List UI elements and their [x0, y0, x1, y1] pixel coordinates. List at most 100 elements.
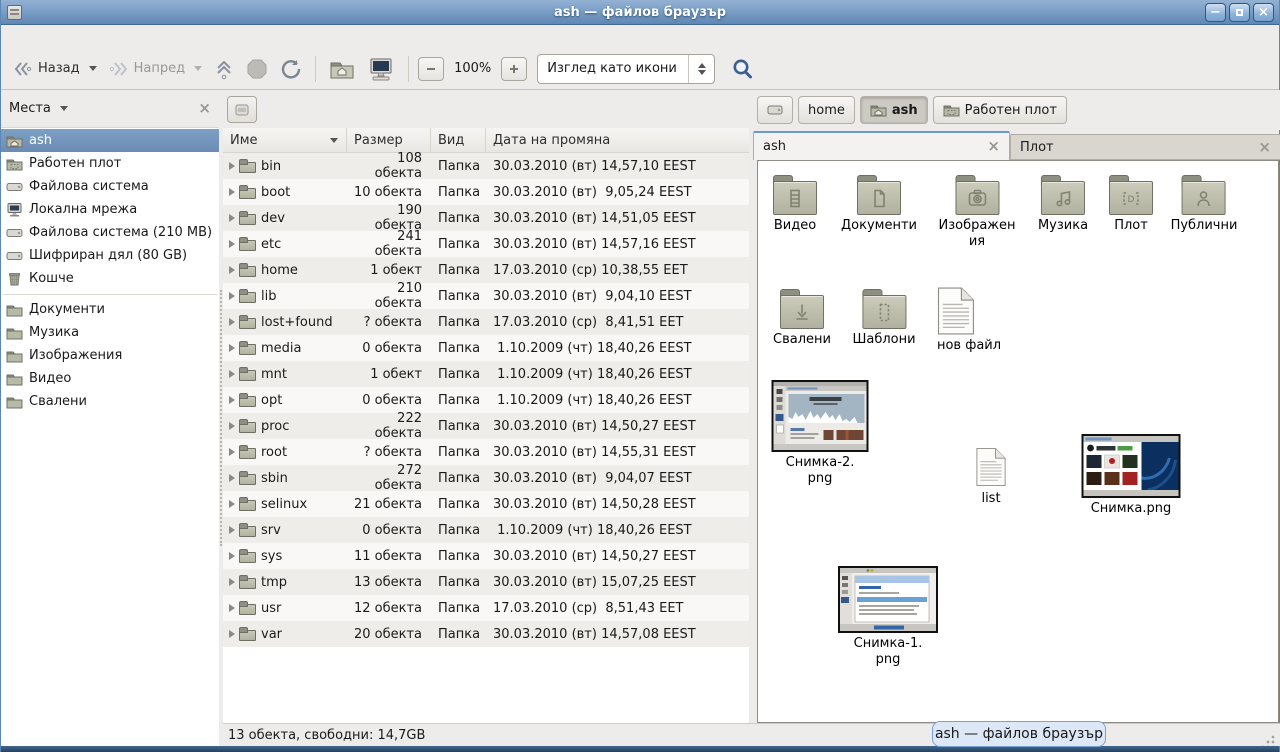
menu-item[interactable]	[75, 35, 93, 39]
menu-item[interactable]	[21, 35, 39, 39]
expander-icon[interactable]	[229, 292, 235, 300]
table-row[interactable]: selinux 21 обекта Папка 30.03.2010 (вт) …	[223, 491, 749, 517]
expander-icon[interactable]	[229, 318, 235, 326]
zoom-out-button[interactable]	[418, 57, 444, 81]
icon-view-item[interactable]: Видео	[772, 175, 818, 234]
sidebar-item[interactable]: Музика	[1, 321, 219, 344]
sidebar-pane-select[interactable]: Места	[9, 101, 68, 116]
table-row[interactable]: mnt 1 обект Папка 1.10.2009 (чт) 18,40,2…	[223, 361, 749, 387]
sidebar-item[interactable]: Изображения	[1, 344, 219, 367]
view-mode-select[interactable]: Изглед като икони	[537, 54, 715, 84]
expander-icon[interactable]	[229, 162, 235, 170]
icon-view-item[interactable]: Документи	[841, 175, 917, 234]
back-button[interactable]: Назад	[7, 53, 103, 85]
minimize-button[interactable]: −	[1205, 3, 1226, 22]
close-button[interactable]: ×	[1253, 3, 1274, 22]
column-header-name[interactable]: Име	[223, 128, 347, 152]
tab[interactable]: ash ×	[753, 131, 1010, 160]
table-row[interactable]: srv 0 обекта Папка 1.10.2009 (чт) 18,40,…	[223, 517, 749, 543]
expander-icon[interactable]	[229, 448, 235, 456]
table-row[interactable]: etc 241 обекта Папка 30.03.2010 (вт) 14,…	[223, 231, 749, 257]
expander-icon[interactable]	[229, 240, 235, 248]
sidebar-close-icon[interactable]: ×	[198, 101, 211, 116]
expander-icon[interactable]	[229, 630, 235, 638]
computer-button[interactable]	[361, 53, 401, 85]
maximize-button[interactable]	[1229, 3, 1250, 22]
menu-item[interactable]	[93, 35, 111, 39]
table-row[interactable]: home 1 обект Папка 17.03.2010 (ср) 10,38…	[223, 257, 749, 283]
breadcrumb-button[interactable]: Работен плот	[933, 96, 1067, 124]
table-row[interactable]: proc 222 обекта Папка 30.03.2010 (вт) 14…	[223, 413, 749, 439]
table-row[interactable]: var 20 обекта Папка 30.03.2010 (вт) 14,5…	[223, 621, 749, 647]
expander-icon[interactable]	[229, 604, 235, 612]
icon-view-item[interactable]: D D Плот	[1108, 175, 1154, 234]
stop-button[interactable]	[240, 53, 274, 85]
expander-icon[interactable]	[229, 578, 235, 586]
expander-icon[interactable]	[229, 526, 235, 534]
menu-item[interactable]	[39, 35, 57, 39]
sidebar-item[interactable]: Файлова система	[1, 175, 219, 198]
sidebar-item[interactable]: Файлова система (210 MB)	[1, 221, 219, 244]
table-row[interactable]: opt 0 обекта Папка 1.10.2009 (чт) 18,40,…	[223, 387, 749, 413]
column-header-type[interactable]: Вид	[431, 128, 486, 152]
expander-icon[interactable]	[229, 188, 235, 196]
icon-view-item[interactable]: Снимка-2. png	[772, 380, 869, 487]
sidebar-item[interactable]: Документи	[1, 298, 219, 321]
breadcrumb-button[interactable]: ash	[860, 96, 928, 124]
zoom-in-button[interactable]	[501, 57, 527, 81]
up-button[interactable]	[208, 53, 240, 85]
sidebar-item[interactable]	[1, 290, 219, 298]
expander-icon[interactable]	[229, 344, 235, 352]
table-row[interactable]: dev 190 обекта Папка 30.03.2010 (вт) 14,…	[223, 205, 749, 231]
table-row[interactable]: lib 210 обекта Папка 30.03.2010 (вт) 9,0…	[223, 283, 749, 309]
table-row[interactable]: usr 12 обекта Папка 17.03.2010 (ср) 8,51…	[223, 595, 749, 621]
expander-icon[interactable]	[229, 266, 235, 274]
tab-close-icon[interactable]: ×	[987, 139, 1000, 154]
expander-icon[interactable]	[229, 500, 235, 508]
expander-icon[interactable]	[229, 370, 235, 378]
table-row[interactable]: sys 11 обекта Папка 30.03.2010 (вт) 14,5…	[223, 543, 749, 569]
expander-icon[interactable]	[229, 214, 235, 222]
sidebar-item[interactable]: Локална мрежа	[1, 198, 219, 221]
expander-icon[interactable]	[229, 474, 235, 482]
menu-item[interactable]	[3, 35, 21, 39]
sidebar-item[interactable]: Кошче	[1, 267, 219, 290]
menu-item[interactable]	[57, 35, 75, 39]
search-button[interactable]	[725, 53, 761, 85]
icon-view-item[interactable]: Свалени	[773, 289, 831, 348]
table-row[interactable]: root ? обекта Папка 30.03.2010 (вт) 14,5…	[223, 439, 749, 465]
sidebar-item[interactable]: Свалени	[1, 390, 219, 413]
table-row[interactable]: media 0 обекта Папка 1.10.2009 (чт) 18,4…	[223, 335, 749, 361]
icon-view-item[interactable]: Музика	[1038, 175, 1088, 234]
icon-view-item[interactable]: Шаблони	[852, 289, 915, 348]
table-row[interactable]: tmp 13 обекта Папка 30.03.2010 (вт) 15,0…	[223, 569, 749, 595]
breadcrumb-button[interactable]	[757, 96, 793, 124]
back-history-caret[interactable]	[89, 66, 97, 71]
location-bar-toggle-button[interactable]	[227, 96, 257, 123]
forward-button[interactable]: Напред	[103, 53, 208, 85]
sidebar-item[interactable]: ash	[1, 129, 219, 152]
expander-icon[interactable]	[229, 552, 235, 560]
icon-view-item[interactable]: list	[976, 446, 1006, 507]
tab-close-icon[interactable]: ×	[1258, 140, 1271, 155]
tab[interactable]: Плот ×	[1010, 134, 1280, 160]
icon-view-item[interactable]: Публични	[1171, 175, 1238, 234]
breadcrumb-button[interactable]: home	[798, 96, 855, 124]
table-row[interactable]: sbin 272 обекта Папка 30.03.2010 (вт) 9,…	[223, 465, 749, 491]
icon-view-item[interactable]: Изображен ия	[938, 175, 1015, 250]
icon-view-item[interactable]: Снимка.png	[1082, 434, 1181, 517]
expander-icon[interactable]	[229, 396, 235, 404]
column-header-date[interactable]: Дата на промяна	[486, 128, 749, 152]
forward-history-caret[interactable]	[194, 66, 202, 71]
icon-view-item[interactable]: нов файл	[937, 287, 1001, 354]
home-button[interactable]	[323, 53, 361, 85]
expander-icon[interactable]	[229, 422, 235, 430]
table-row[interactable]: boot 10 обекта Папка 30.03.2010 (вт) 9,0…	[223, 179, 749, 205]
sidebar-item[interactable]: Видео	[1, 367, 219, 390]
table-row[interactable]: bin 108 обекта Папка 30.03.2010 (вт) 14,…	[223, 153, 749, 179]
sidebar-item[interactable]: Шифриран дял (80 GB)	[1, 244, 219, 267]
reload-button[interactable]	[274, 53, 308, 85]
table-row[interactable]: lost+found ? обекта Папка 17.03.2010 (ср…	[223, 309, 749, 335]
icon-view-item[interactable]: Снимка-1. png	[838, 566, 938, 668]
column-header-size[interactable]: Размер	[347, 128, 431, 152]
